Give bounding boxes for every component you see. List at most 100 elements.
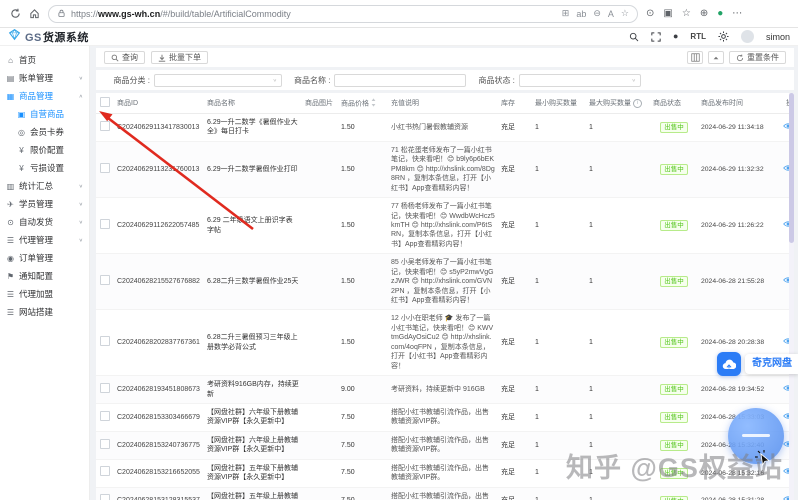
row-checkbox[interactable] [100, 439, 110, 449]
table-row[interactable]: C20240628153216652055 【网盘社群】五年级下册教辅资源VIP… [96, 459, 794, 487]
zoom-out-icon[interactable]: ⊖ [593, 8, 601, 19]
publish-time-cell: 2024-06-28 19:34:52 [698, 376, 776, 404]
row-checkbox[interactable] [100, 275, 110, 285]
sidebar-item-notify[interactable]: ⚑ 通知配置 [0, 267, 89, 285]
collapse-button[interactable] [708, 51, 724, 64]
product-id-cell: C20240628193451808673 [114, 376, 204, 404]
table-row[interactable]: C20240629113417830013 6.29一升二数学《暑假作业大全》每… [96, 114, 794, 142]
sort-carets-icon[interactable] [371, 98, 376, 109]
table-scrollbar[interactable] [789, 93, 794, 500]
status-badge: 出售中 [660, 220, 688, 231]
sidebar-item-auto-ship[interactable]: ⊙ 自动发货 ∨ [0, 213, 89, 231]
read-aloud-icon[interactable]: A [608, 9, 614, 19]
cloud-icon[interactable] [717, 352, 741, 376]
split-screen-icon[interactable]: ▣ [663, 8, 672, 19]
user-avatar[interactable] [741, 30, 754, 43]
column-settings-button[interactable] [687, 51, 703, 64]
min-qty-cell: 1 [532, 310, 586, 376]
key-icon[interactable]: ⊞ [562, 8, 570, 19]
chevron-icon: ∨ [79, 75, 83, 81]
col-header-product-price[interactable]: 商品价格 [338, 93, 388, 114]
brand[interactable]: GS货源系统 [8, 28, 89, 46]
settings-gear-icon[interactable] [718, 31, 729, 42]
theme-toggle-icon[interactable]: ● [673, 32, 678, 41]
status-select[interactable]: ∨ [519, 74, 641, 87]
query-button[interactable]: 查询 [104, 51, 145, 64]
table-row[interactable]: C20240628153128315537 【网盘社群】五年级上册教辅资源VIP… [96, 487, 794, 500]
netdisk-float-widget[interactable]: 奇克网盘 [717, 352, 798, 376]
status-badge: 出售中 [660, 276, 688, 287]
sidebar-item-member-card[interactable]: ◎ 会员卡券 [0, 123, 89, 141]
sidebar-item-goods[interactable]: ▦ 商品管理 ∧ [0, 87, 89, 105]
stock-cell: 充足 [498, 254, 532, 310]
category-select[interactable]: ∨ [154, 74, 282, 87]
sidebar-item-site-build[interactable]: ☰ 网站搭建 [0, 303, 89, 321]
row-checkbox[interactable] [100, 466, 110, 476]
table-row[interactable]: C20240629113231760013 6.29一升二数学暑假作业打印 1.… [96, 141, 794, 197]
rtl-toggle[interactable]: RTL [690, 32, 706, 41]
netdisk-label[interactable]: 奇克网盘 [745, 354, 798, 374]
reset-conditions-button[interactable]: 重置条件 [729, 51, 786, 64]
product-id-cell: C20240628202837767361 [114, 310, 204, 376]
max-qty-cell: 1 [586, 487, 650, 500]
sidebar-item-bill[interactable]: ▤ 账单管理 ∨ [0, 69, 89, 87]
extension-refresh-icon[interactable]: ⊙ [646, 8, 654, 19]
address-bar[interactable]: https://www.gs-wh.cn/#/build/table/Artif… [48, 5, 638, 23]
select-all-checkbox[interactable] [100, 97, 110, 107]
status-badge: 出售中 [660, 122, 688, 133]
row-checkbox[interactable] [100, 411, 110, 421]
product-price-cell: 1.50 [338, 198, 388, 254]
translate-icon[interactable]: ab [576, 9, 586, 19]
header-search-icon[interactable] [629, 32, 639, 42]
table-row[interactable]: C20240628193451808673 考研资料916GB内存，持续更新 9… [96, 376, 794, 404]
table-row[interactable]: C20240628153240736775 【网盘社群】六年级上册教辅资源VIP… [96, 431, 794, 459]
sidebar-item-self-goods[interactable]: ▣ 自营商品 [0, 105, 89, 123]
sidebar-item-loss-config[interactable]: ¥ 亏损设置 [0, 159, 89, 177]
goods-icon: ▦ [6, 92, 15, 101]
row-checkbox[interactable] [100, 121, 110, 131]
product-price-cell: 7.50 [338, 459, 388, 487]
product-image-cell [302, 403, 338, 431]
row-checkbox[interactable] [100, 219, 110, 229]
home-icon[interactable] [29, 8, 40, 19]
favorites-icon[interactable]: ☆ [682, 8, 691, 19]
row-checkbox[interactable] [100, 494, 110, 500]
floating-ball[interactable] [728, 408, 784, 464]
table-row[interactable]: C20240628215527676882 6.28二升三数学暑假作业25天 1… [96, 254, 794, 310]
publish-time-cell: 2024-06-28 21:55:28 [698, 254, 776, 310]
sidebar-item-agent[interactable]: ☰ 代理管理 ∨ [0, 231, 89, 249]
sidebar-item-order[interactable]: ◉ 订单管理 [0, 249, 89, 267]
home-icon: ⌂ [6, 56, 15, 65]
product-price-cell: 1.50 [338, 141, 388, 197]
browser-menu-icon[interactable]: ⋯ [732, 8, 742, 19]
table-row[interactable]: C20240628202837767361 6.28二升三暑假预习三年级上册数学… [96, 310, 794, 376]
sidebar-item-stats[interactable]: ▥ 统计汇总 ∨ [0, 177, 89, 195]
username[interactable]: simon [766, 32, 790, 42]
min-qty-cell: 1 [532, 459, 586, 487]
sidebar-item-home[interactable]: ⌂ 首页 [0, 51, 89, 69]
favorite-star-icon[interactable]: ☆ [621, 8, 629, 19]
sidebar-nav: ⌂ 首页 ▤ 账单管理 ∨ ▦ 商品管理 ∧ ▣ 自营商品 ◎ 会员卡券 ¥ 限… [0, 46, 90, 500]
row-checkbox[interactable] [100, 383, 110, 393]
name-filter-input[interactable] [334, 74, 466, 87]
product-name-cell: 【网盘社群】六年级下册教辅资源VIP群【永久更新中】 [204, 403, 302, 431]
sidebar-item-agent-join[interactable]: ☰ 代理加盟 [0, 285, 89, 303]
table-row[interactable]: C20240628153303466679 【网盘社群】六年级下册教辅资源VIP… [96, 403, 794, 431]
table-row[interactable]: C20240629112622057485 6.29 二年级语文上册识字表字帖 … [96, 198, 794, 254]
product-id-cell: C20240628153303466679 [114, 403, 204, 431]
status-badge: 出售中 [660, 440, 688, 451]
publish-time-cell: 2024-06-29 11:32:32 [698, 141, 776, 197]
info-icon[interactable]: i [633, 99, 642, 108]
scrollbar-thumb[interactable] [789, 93, 794, 243]
reload-icon[interactable] [10, 8, 21, 19]
fullscreen-icon[interactable] [651, 32, 661, 42]
extension-green-icon[interactable]: ● [717, 8, 723, 19]
row-checkbox[interactable] [100, 336, 110, 346]
extension-icon[interactable]: ⊕ [700, 8, 708, 19]
sidebar-item-student[interactable]: ✈ 学员管理 ∨ [0, 195, 89, 213]
sidebar-item-price-limit[interactable]: ¥ 限价配置 [0, 141, 89, 159]
max-qty-cell: 1 [586, 376, 650, 404]
batch-order-button[interactable]: 批量下单 [151, 51, 208, 64]
row-checkbox[interactable] [100, 163, 110, 173]
max-qty-cell: 1 [586, 141, 650, 197]
